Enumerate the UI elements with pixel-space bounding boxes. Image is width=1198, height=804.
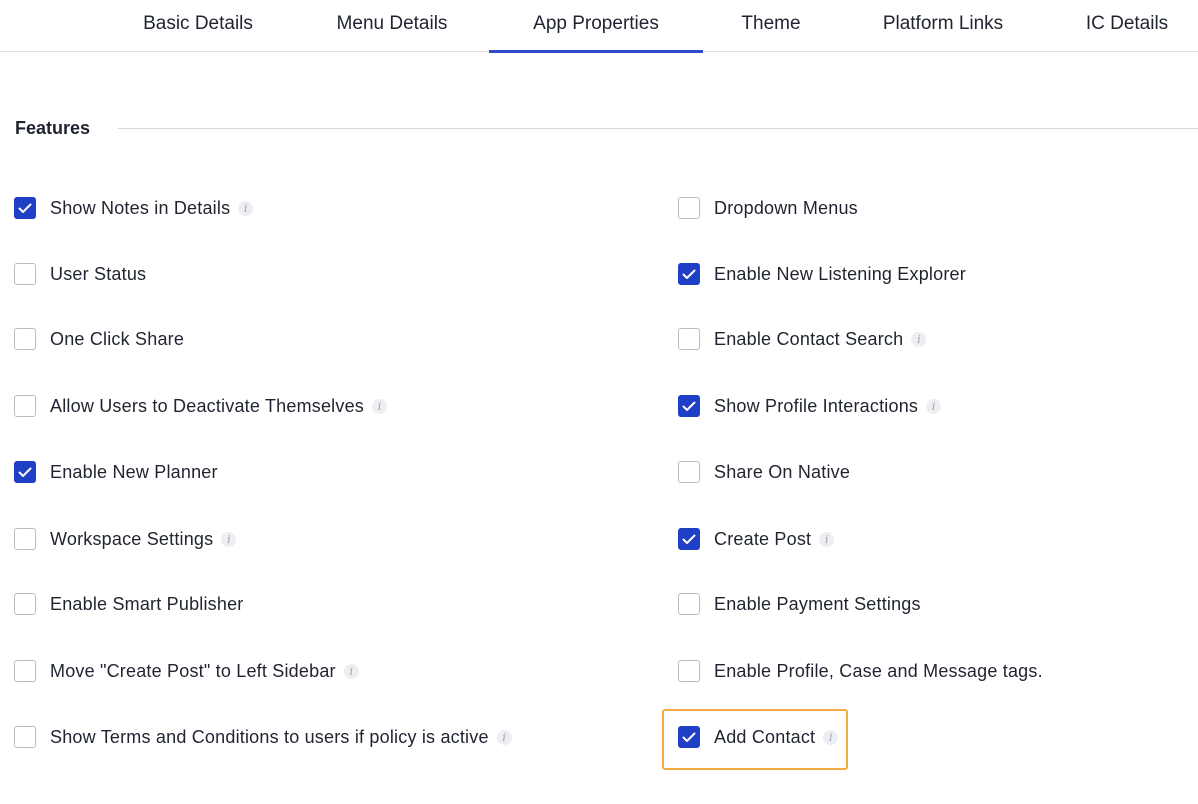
tab-platform-links[interactable]: Platform Links [866, 0, 1020, 52]
checkbox-share-on-native[interactable] [678, 461, 700, 483]
info-icon[interactable]: i [371, 398, 387, 414]
checkbox-enable-new-planner[interactable] [14, 461, 36, 483]
feature-label: Dropdown Menus [714, 197, 858, 218]
check-icon [682, 269, 696, 279]
check-icon [682, 534, 696, 544]
feature-label: User Status [50, 263, 147, 284]
feature-label: One Click Share [50, 328, 185, 349]
feature-label: Create Post [714, 528, 812, 549]
check-icon [18, 203, 32, 213]
checkbox-enable-payment-settings[interactable] [678, 593, 700, 615]
feature-row-share-on-native[interactable]: Share On Native [678, 458, 850, 486]
feature-row-dropdown-menus[interactable]: Dropdown Menus [678, 194, 858, 222]
feature-row-workspace-settings[interactable]: Workspace Settings i [14, 525, 237, 553]
feature-label: Enable New Planner [50, 461, 218, 482]
checkbox-dropdown-menus[interactable] [678, 197, 700, 219]
checkbox-create-post[interactable] [678, 528, 700, 550]
checkbox-add-contact[interactable] [678, 726, 700, 748]
feature-label: Enable Smart Publisher [50, 593, 244, 614]
feature-row-enable-contact-search[interactable]: Enable Contact Search i [678, 325, 927, 353]
section-title-features: Features [15, 118, 91, 138]
feature-row-show-terms-and-conditions-to-users-if-policy-is-active[interactable]: Show Terms and Conditions to users if po… [14, 723, 512, 751]
feature-label: Allow Users to Deactivate Themselves [50, 395, 364, 416]
checkbox-allow-users-to-deactivate-themselves[interactable] [14, 395, 36, 417]
checkbox-show-terms-and-conditions-to-users-if-policy-is-active[interactable] [14, 726, 36, 748]
checkbox-show-notes-in-details[interactable] [14, 197, 36, 219]
checkbox-enable-contact-search[interactable] [678, 328, 700, 350]
checkbox-workspace-settings[interactable] [14, 528, 36, 550]
feature-label: Show Terms and Conditions to users if po… [50, 726, 489, 747]
check-icon [682, 732, 696, 742]
info-icon[interactable]: i [238, 200, 254, 216]
checkbox-user-status[interactable] [14, 263, 36, 285]
check-icon [18, 467, 32, 477]
feature-label: Show Profile Interactions [714, 395, 919, 416]
checkbox-enable-profile-case-and-message-tags[interactable] [678, 660, 700, 682]
section-divider [118, 128, 1198, 129]
info-icon[interactable]: i [926, 398, 942, 414]
tab-basic-details[interactable]: Basic Details [128, 0, 268, 52]
info-icon[interactable]: i [496, 729, 512, 745]
feature-row-enable-payment-settings[interactable]: Enable Payment Settings [678, 590, 921, 618]
checkbox-one-click-share[interactable] [14, 328, 36, 350]
feature-label: Workspace Settings [50, 528, 214, 549]
feature-row-show-notes-in-details[interactable]: Show Notes in Details i [14, 194, 254, 222]
feature-label: Show Notes in Details [50, 197, 231, 218]
feature-label: Enable Profile, Case and Message tags. [714, 660, 1043, 681]
checkbox-enable-smart-publisher[interactable] [14, 593, 36, 615]
feature-row-enable-new-listening-explorer[interactable]: Enable New Listening Explorer [678, 260, 966, 288]
feature-row-show-profile-interactions[interactable]: Show Profile Interactions i [678, 392, 942, 420]
info-icon[interactable]: i [911, 331, 927, 347]
feature-row-user-status[interactable]: User Status [14, 260, 146, 288]
feature-row-move-create-post-to-left-sidebar[interactable]: Move "Create Post" to Left Sidebar i [14, 657, 359, 685]
info-icon[interactable]: i [343, 663, 359, 679]
feature-row-enable-smart-publisher[interactable]: Enable Smart Publisher [14, 590, 244, 618]
tab-ic-details[interactable]: IC Details [1072, 0, 1182, 52]
tab-bar: Basic Details Menu Details App Propertie… [0, 0, 1198, 53]
feature-label: Add Contact [714, 726, 816, 747]
checkbox-enable-new-listening-explorer[interactable] [678, 263, 700, 285]
tab-theme[interactable]: Theme [730, 0, 812, 52]
check-icon [682, 401, 696, 411]
feature-label: Enable Payment Settings [714, 593, 921, 614]
tab-menu-details[interactable]: Menu Details [322, 0, 462, 52]
checkbox-move-create-post-to-left-sidebar[interactable] [14, 660, 36, 682]
feature-row-add-contact[interactable]: Add Contact i [678, 723, 839, 751]
feature-label: Share On Native [714, 461, 851, 482]
app-properties-page: Basic Details Menu Details App Propertie… [0, 0, 1198, 804]
feature-row-enable-profile-case-and-message-tags[interactable]: Enable Profile, Case and Message tags. [678, 657, 1043, 685]
feature-row-enable-new-planner[interactable]: Enable New Planner [14, 458, 218, 486]
info-icon[interactable]: i [221, 531, 237, 547]
feature-row-allow-users-to-deactivate-themselves[interactable]: Allow Users to Deactivate Themselves i [14, 392, 387, 420]
info-icon[interactable]: i [823, 729, 839, 745]
feature-label: Enable Contact Search [714, 328, 904, 349]
feature-label: Move "Create Post" to Left Sidebar [50, 660, 336, 681]
tab-app-properties[interactable]: App Properties [489, 0, 703, 53]
feature-label: Enable New Listening Explorer [714, 263, 966, 284]
feature-row-create-post[interactable]: Create Post i [678, 525, 835, 553]
feature-row-one-click-share[interactable]: One Click Share [14, 325, 184, 353]
checkbox-show-profile-interactions[interactable] [678, 395, 700, 417]
info-icon[interactable]: i [819, 531, 835, 547]
